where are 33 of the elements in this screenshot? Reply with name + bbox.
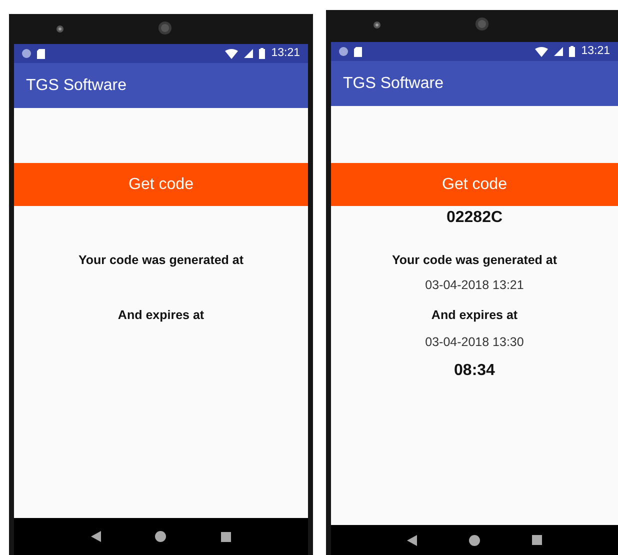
generated-label: Your code was generated at	[392, 252, 558, 269]
camera-icon	[56, 25, 64, 33]
recents-icon[interactable]	[220, 532, 231, 542]
countdown-text: 08:34	[454, 361, 495, 381]
sd-card-icon	[37, 48, 45, 58]
speaker-grille-icon	[475, 17, 489, 31]
signal-icon	[244, 49, 254, 58]
expires-label: And expires at	[431, 306, 518, 324]
circle-icon	[22, 49, 31, 58]
generated-time: 03-04-2018 13:21	[425, 276, 524, 294]
circle-icon	[339, 47, 348, 56]
signal-icon	[554, 47, 564, 56]
battery-icon	[259, 48, 266, 59]
app-title: TGS Software	[26, 76, 126, 96]
battery-icon	[569, 46, 576, 57]
expires-time: 03-04-2018 13:30	[425, 334, 524, 351]
camera-icon	[373, 21, 381, 29]
sd-card-icon	[354, 46, 362, 56]
back-icon[interactable]	[91, 531, 102, 542]
back-icon[interactable]	[407, 534, 417, 546]
expires-label: And expires at	[118, 306, 204, 324]
code-text: 02282C	[446, 208, 503, 228]
wifi-icon	[535, 46, 548, 56]
get-code-button[interactable]: Get code	[331, 163, 618, 206]
speaker-grille-icon	[158, 21, 172, 35]
status-time: 13:21	[581, 44, 610, 59]
generated-label: Your code was generated at	[78, 252, 244, 269]
app-title: TGS Software	[343, 74, 444, 94]
home-icon[interactable]	[155, 531, 166, 542]
wifi-icon	[225, 48, 238, 58]
get-code-button[interactable]: Get code	[14, 163, 308, 206]
home-icon[interactable]	[469, 534, 480, 546]
status-time: 13:21	[271, 46, 300, 61]
